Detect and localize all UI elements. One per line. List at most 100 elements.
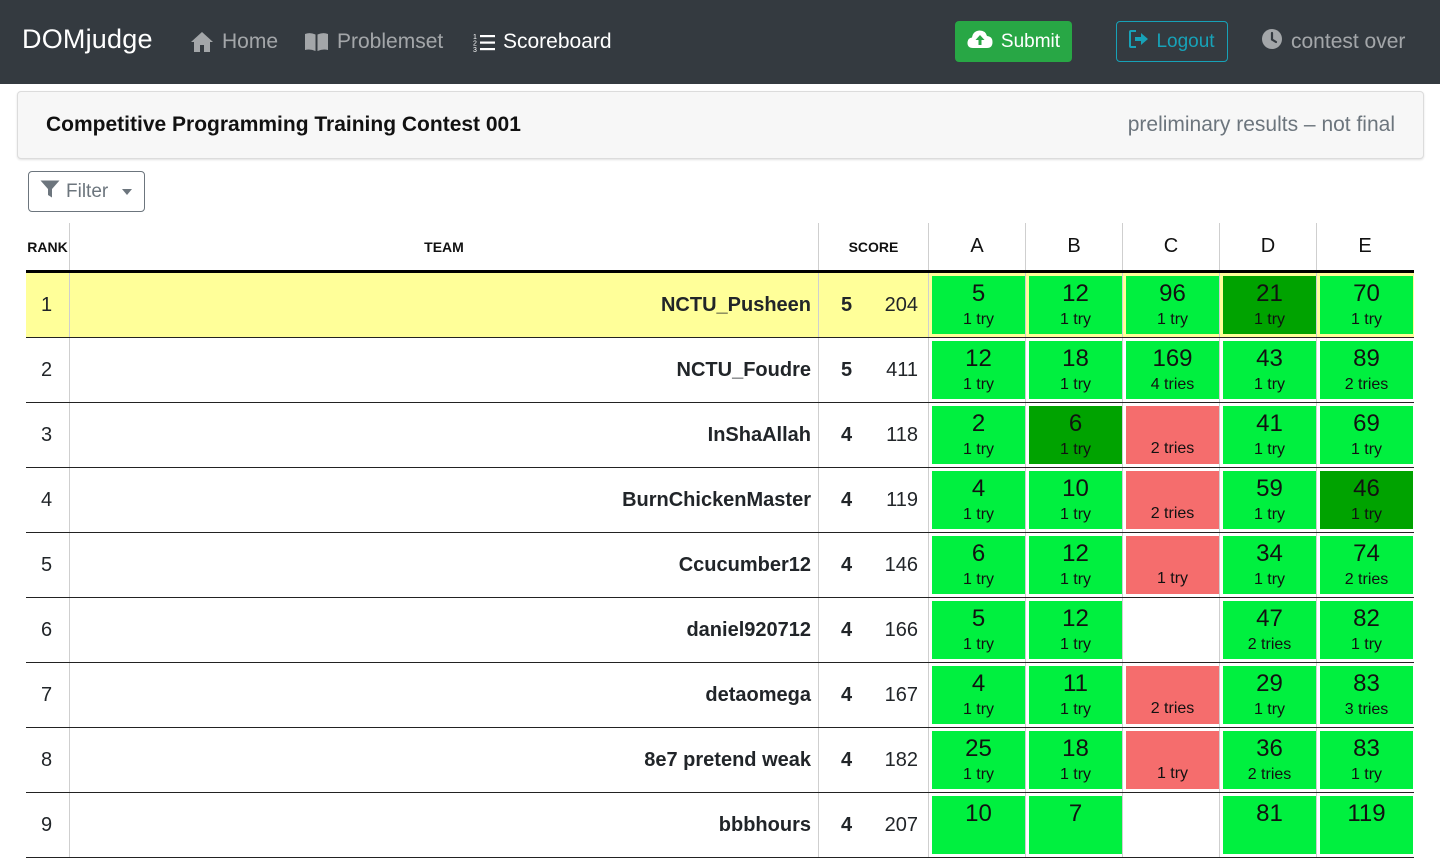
problem-cell-d[interactable]: 81 — [1219, 793, 1316, 857]
problem-cell-d[interactable]: 21 1 try — [1219, 273, 1316, 337]
team-name[interactable]: BurnChickenMaster — [69, 468, 818, 532]
try-count: 1 try — [1350, 506, 1383, 523]
try-count: 1 try — [1350, 441, 1383, 458]
solve-time: 2 — [971, 410, 986, 437]
problem-cell-e[interactable]: 83 3 tries — [1316, 663, 1413, 727]
problem-cell-c[interactable]: 2 tries — [1122, 403, 1219, 467]
problem-cell-b[interactable]: 12 1 try — [1025, 273, 1122, 337]
team-name[interactable]: bbbhours — [69, 793, 818, 857]
problem-cell-b[interactable]: 6 1 try — [1025, 403, 1122, 467]
problem-cell-e[interactable]: 46 1 try — [1316, 468, 1413, 532]
problem-cell-b[interactable]: 12 1 try — [1025, 598, 1122, 662]
solve-time: 6 — [971, 540, 986, 567]
problem-cell-e[interactable]: 74 2 tries — [1316, 533, 1413, 597]
problem-cell-a[interactable]: 4 1 try — [928, 468, 1025, 532]
try-count: 2 tries — [1150, 700, 1195, 717]
solve-time: 74 — [1353, 540, 1380, 567]
problem-cell-a[interactable]: 5 1 try — [928, 598, 1025, 662]
try-count: 1 try — [962, 311, 995, 328]
try-count: 1 try — [1253, 441, 1286, 458]
results-status: preliminary results – not final — [1127, 113, 1395, 136]
solve-time: 69 — [1353, 410, 1380, 437]
nav-problemset[interactable]: Problemset — [304, 27, 443, 57]
problem-header-d[interactable]: D — [1219, 223, 1316, 270]
problem-cell-b[interactable]: 11 1 try — [1025, 663, 1122, 727]
problem-cell-d[interactable]: 43 1 try — [1219, 338, 1316, 402]
problem-cell-a[interactable]: 6 1 try — [928, 533, 1025, 597]
solve-time: 89 — [1353, 345, 1380, 372]
problem-cell-a[interactable]: 5 1 try — [928, 273, 1025, 337]
submit-button[interactable]: Submit — [955, 21, 1072, 62]
funnel-icon — [40, 180, 60, 204]
problem-cell-b[interactable]: 12 1 try — [1025, 533, 1122, 597]
solve-time: 10 — [965, 800, 992, 827]
rank-cell: 7 — [41, 683, 53, 706]
try-count: 1 try — [1253, 506, 1286, 523]
brand-logo[interactable]: DOMjudge — [22, 24, 153, 55]
problem-cell-d[interactable]: 41 1 try — [1219, 403, 1316, 467]
nav-scoreboard[interactable]: 123 Scoreboard — [473, 27, 612, 57]
try-count: 1 try — [962, 766, 995, 783]
problem-header-e[interactable]: E — [1316, 223, 1413, 270]
team-name[interactable]: daniel920712 — [69, 598, 818, 662]
try-count: 1 try — [1059, 376, 1092, 393]
problem-cell-b[interactable]: 7 — [1025, 793, 1122, 857]
problem-cell-d[interactable]: 29 1 try — [1219, 663, 1316, 727]
problem-cell-b[interactable]: 18 1 try — [1025, 338, 1122, 402]
team-name[interactable]: 8e7 pretend weak — [69, 728, 818, 792]
problem-cell-e[interactable]: 69 1 try — [1316, 403, 1413, 467]
problem-cell-c[interactable]: 1 try — [1122, 533, 1219, 597]
penalty-time: 207 — [884, 813, 918, 836]
penalty-time: 167 — [884, 683, 918, 706]
problem-result-box: 83 1 try — [1320, 731, 1413, 789]
problem-cell-c[interactable]: 169 4 tries — [1122, 338, 1219, 402]
problem-cell-a[interactable]: 10 — [928, 793, 1025, 857]
problem-cell-a[interactable]: 12 1 try — [928, 338, 1025, 402]
problem-cell-c[interactable]: 2 tries — [1122, 663, 1219, 727]
home-icon — [190, 31, 214, 53]
problem-result-box: 1 try — [1126, 731, 1219, 789]
solve-time: 29 — [1256, 670, 1283, 697]
problem-cell-d[interactable]: 36 2 tries — [1219, 728, 1316, 792]
problem-cell-a[interactable]: 4 1 try — [928, 663, 1025, 727]
problem-cell-d[interactable]: 34 1 try — [1219, 533, 1316, 597]
problem-cell-d[interactable]: 47 2 tries — [1219, 598, 1316, 662]
solve-time: 18 — [1062, 345, 1089, 372]
filter-button[interactable]: Filter — [28, 171, 145, 212]
nav-home[interactable]: Home — [190, 27, 278, 57]
problem-cell-d[interactable]: 59 1 try — [1219, 468, 1316, 532]
logout-button[interactable]: Logout — [1116, 21, 1228, 62]
team-name[interactable]: Ccucumber12 — [69, 533, 818, 597]
problem-cell-c[interactable]: 1 try — [1122, 728, 1219, 792]
try-count: 1 try — [1059, 441, 1092, 458]
sign-out-icon — [1129, 29, 1149, 54]
table-header: RANK TEAM SCORE ABCDE — [26, 223, 1414, 273]
problem-cell-a[interactable]: 25 1 try — [928, 728, 1025, 792]
problem-header-c[interactable]: C — [1122, 223, 1219, 270]
team-name[interactable]: detaomega — [69, 663, 818, 727]
problem-cell-e[interactable]: 119 — [1316, 793, 1413, 857]
problem-cell-b[interactable]: 18 1 try — [1025, 728, 1122, 792]
team-name[interactable]: InShaAllah — [69, 403, 818, 467]
rank-cell: 5 — [41, 553, 53, 576]
problem-cell-e[interactable]: 82 1 try — [1316, 598, 1413, 662]
penalty-time: 146 — [884, 553, 918, 576]
problem-cell-a[interactable]: 2 1 try — [928, 403, 1025, 467]
problem-header-b[interactable]: B — [1025, 223, 1122, 270]
problem-cell-b[interactable]: 10 1 try — [1025, 468, 1122, 532]
solved-count: 4 — [818, 598, 874, 662]
problem-cell-e[interactable]: 89 2 tries — [1316, 338, 1413, 402]
try-count: 2 tries — [1247, 766, 1292, 783]
problem-cell-c[interactable]: 2 tries — [1122, 468, 1219, 532]
problem-cell-e[interactable]: 70 1 try — [1316, 273, 1413, 337]
team-name[interactable]: NCTU_Foudre — [69, 338, 818, 402]
try-count: 1 try — [1350, 311, 1383, 328]
problem-cell-c[interactable] — [1122, 793, 1219, 857]
team-name[interactable]: NCTU_Pusheen — [69, 273, 818, 337]
contest-title: Competitive Programming Training Contest… — [46, 113, 521, 136]
problem-cell-c[interactable]: 96 1 try — [1122, 273, 1219, 337]
problem-cell-e[interactable]: 83 1 try — [1316, 728, 1413, 792]
problem-header-a[interactable]: A — [928, 223, 1025, 270]
problem-cell-c[interactable] — [1122, 598, 1219, 662]
penalty-time: 119 — [886, 488, 918, 511]
